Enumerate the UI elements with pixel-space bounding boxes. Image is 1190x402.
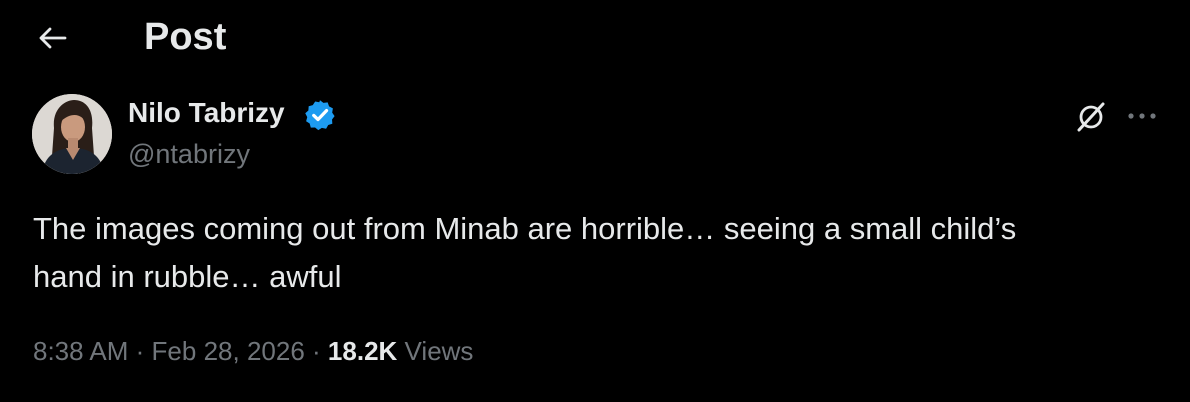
grok-button[interactable] bbox=[1070, 96, 1112, 138]
meta-separator: · bbox=[135, 336, 145, 366]
verified-badge-icon bbox=[305, 100, 335, 131]
views-count[interactable]: 18.2K bbox=[328, 336, 397, 366]
author-name[interactable]: Nilo Tabrizy bbox=[128, 96, 285, 130]
meta-separator: · bbox=[312, 336, 321, 366]
page-title: Post bbox=[144, 16, 227, 58]
header-bar: Post bbox=[0, 0, 1190, 76]
profile-photo bbox=[32, 94, 112, 174]
back-arrow-icon bbox=[39, 27, 67, 49]
back-button[interactable] bbox=[26, 16, 78, 60]
more-icon bbox=[1128, 113, 1156, 119]
post-time[interactable]: 8:38 AM bbox=[33, 336, 128, 366]
author-handle[interactable]: @ntabrizy bbox=[128, 138, 250, 170]
post-meta: 8:38 AM · Feb 28, 2026 · 18.2K Views bbox=[33, 333, 473, 369]
tweet-text: The images coming out from Minab are hor… bbox=[33, 211, 1017, 294]
views-label: Views bbox=[404, 336, 474, 366]
avatar[interactable] bbox=[32, 94, 112, 174]
grok-icon bbox=[1077, 102, 1105, 132]
more-button[interactable] bbox=[1122, 96, 1162, 136]
post-page: Post Nilo Tabrizy @ntabrizy The images c… bbox=[0, 0, 1190, 402]
post-date[interactable]: Feb 28, 2026 bbox=[152, 336, 305, 366]
